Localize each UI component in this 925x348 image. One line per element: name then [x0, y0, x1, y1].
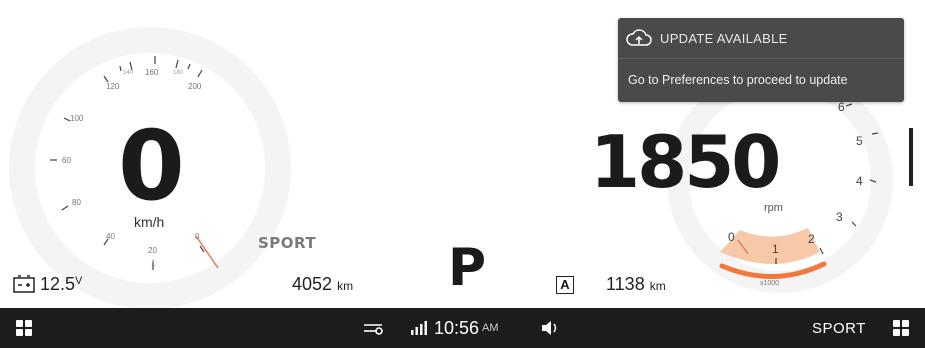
speed-label-80: 80 — [72, 198, 81, 207]
speed-tick-1: 1 — [151, 259, 156, 268]
trip-badge: A — [556, 276, 574, 294]
volume-button[interactable] — [540, 308, 560, 348]
apps-grid-icon — [893, 320, 909, 336]
battery-icon — [13, 275, 35, 293]
speed-label-0: 0 — [195, 232, 200, 241]
cloud-update-icon — [626, 29, 652, 46]
rpm-readout: 1850 — [590, 120, 781, 204]
gear-indicator: P — [448, 238, 487, 298]
rpm-label-0: 0 — [728, 230, 735, 244]
notification-message: Go to Preferences to proceed to update — [628, 73, 848, 87]
notification-header: UPDATE AVAILABLE — [618, 18, 904, 59]
clock: 10:56 AM — [434, 317, 499, 338]
key-connection-button[interactable] — [362, 308, 384, 348]
drive-mode: SPORT — [258, 234, 317, 252]
rpm-label-4: 4 — [856, 174, 863, 188]
apps-grid-button-right[interactable] — [893, 308, 909, 348]
speed-readout: 0 — [118, 110, 185, 222]
rpm-label-3: 3 — [836, 210, 843, 224]
odometer: 4052 km — [292, 274, 354, 294]
speed-unit: km/h — [134, 214, 165, 230]
status-bar: 10:56 AM SPORT — [0, 308, 925, 348]
speed-label-40: 40 — [106, 232, 115, 241]
signal-bars-icon — [411, 321, 427, 335]
rpm-label-1: 1 — [772, 242, 779, 256]
rpm-unit: rpm — [764, 202, 783, 214]
speed-label-140: 140 — [123, 70, 134, 76]
update-notification[interactable]: UPDATE AVAILABLE Go to Preferences to pr… — [618, 18, 904, 102]
speed-label-200: 200 — [188, 82, 202, 91]
speed-label-20: 20 — [148, 246, 157, 255]
rpm-label-5: 5 — [856, 134, 863, 148]
rpm-label-6: 6 — [838, 100, 845, 114]
rpm-label-2: 2 — [808, 232, 815, 246]
speed-label-180: 180 — [173, 70, 184, 76]
status-drive-mode[interactable]: SPORT — [812, 308, 866, 348]
speed-label-120: 120 — [106, 82, 120, 91]
trip-meter: 1138 km — [606, 274, 666, 294]
notification-title: UPDATE AVAILABLE — [660, 30, 788, 46]
speed-label-100: 100 — [70, 114, 84, 123]
rpm-multiplier: x1000 — [760, 280, 780, 287]
speed-label-60: 60 — [62, 156, 71, 165]
apps-grid-icon — [16, 320, 32, 336]
apps-grid-button-left[interactable] — [16, 308, 32, 348]
signal-strength — [410, 308, 428, 348]
speaker-icon — [542, 321, 557, 335]
rpm-scale-marker — [909, 128, 913, 186]
rpm-fill-zone — [720, 228, 820, 264]
speed-label-160: 160 — [145, 68, 159, 77]
battery-voltage: 12.5V — [40, 274, 83, 294]
key-connection-icon — [364, 324, 383, 335]
